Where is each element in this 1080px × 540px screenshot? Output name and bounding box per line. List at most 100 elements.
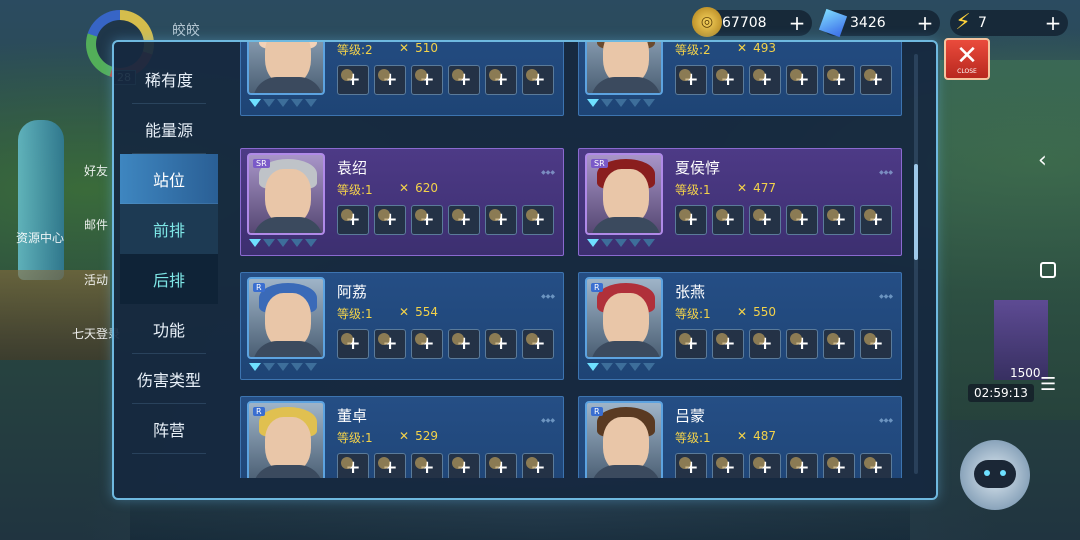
scroll-thumb[interactable] [914, 164, 918, 260]
hero-list-scrollbar[interactable] [914, 54, 918, 474]
equipment-slot[interactable]: + [823, 205, 855, 235]
equipment-icon [341, 209, 353, 221]
hero-portrait: R [247, 401, 325, 478]
hero-power: ✕ 550 [737, 305, 776, 319]
equipment-slot[interactable]: + [448, 205, 480, 235]
star-icon [263, 239, 275, 247]
equipment-slot[interactable]: + [337, 205, 369, 235]
equipment-slot[interactable]: + [522, 205, 554, 235]
equipment-slot[interactable]: + [485, 205, 517, 235]
equipment-slot[interactable]: + [860, 453, 892, 478]
equipment-slot[interactable]: + [337, 453, 369, 478]
star-icon [643, 99, 655, 107]
equipment-slot[interactable]: + [337, 65, 369, 95]
equipment-slot[interactable]: + [411, 329, 443, 359]
back-chevron-icon[interactable]: ‹ [1038, 148, 1047, 173]
star-icon [277, 363, 289, 371]
equipment-slot[interactable]: + [860, 65, 892, 95]
card-logo: ◆◆◆ [541, 417, 555, 424]
close-icon: ✕ [956, 40, 978, 71]
equipment-slot[interactable]: + [749, 453, 781, 478]
activity-label[interactable]: 活动 [84, 271, 108, 288]
equipment-slot[interactable]: + [786, 453, 818, 478]
equipment-slot[interactable]: + [522, 65, 554, 95]
equipment-icon [452, 333, 464, 345]
hero-card[interactable]: R 吕蒙 等级:1 ✕ 487 ◆◆◆ + + + + + + [578, 396, 902, 478]
equipment-slot[interactable]: + [860, 205, 892, 235]
equipment-slot[interactable]: + [448, 453, 480, 478]
hero-card[interactable]: 等级:2✕510◆◆◆++++++ [240, 42, 564, 116]
hero-level: 等级:1 [675, 431, 711, 445]
filter-rarity[interactable]: 稀有度 [132, 54, 206, 104]
home-square-icon[interactable] [1040, 262, 1056, 278]
star-icon [291, 239, 303, 247]
star-icon [263, 99, 275, 107]
hero-card[interactable]: R 阿荔 等级:1 ✕ 554 ◆◆◆ + + + + + + [240, 272, 564, 380]
equipment-slot[interactable]: + [485, 329, 517, 359]
mail-label[interactable]: 邮件 [84, 216, 108, 233]
equipment-slot[interactable]: + [374, 329, 406, 359]
equipment-slot[interactable]: + [374, 65, 406, 95]
hero-power-value: 493 [753, 42, 776, 55]
equipment-slot[interactable]: + [675, 65, 707, 95]
equipment-slot[interactable]: + [675, 205, 707, 235]
filter-front-row[interactable]: 前排 [120, 204, 218, 254]
equipment-slot[interactable]: + [411, 453, 443, 478]
filter-back-row[interactable]: 后排 [120, 254, 218, 304]
equipment-slot[interactable]: + [411, 205, 443, 235]
equipment-slot[interactable]: + [749, 65, 781, 95]
equipment-slot[interactable]: + [749, 205, 781, 235]
equipment-slot[interactable]: + [786, 205, 818, 235]
equipment-slot[interactable]: + [712, 205, 744, 235]
hero-card[interactable]: R 董卓 等级:1 ✕ 529 ◆◆◆ + + + + + + [240, 396, 564, 478]
equipment-icon [679, 209, 691, 221]
close-button[interactable]: ✕ CLOSE [944, 38, 990, 80]
equipment-slot[interactable]: + [411, 65, 443, 95]
equipment-slot[interactable]: + [786, 329, 818, 359]
equipment-icon [452, 69, 464, 81]
filter-damage-type[interactable]: 伤害类型 [132, 354, 206, 404]
add-coins-button[interactable]: + [786, 12, 808, 34]
hero-card[interactable]: R 张燕 等级:1 ✕ 550 ◆◆◆ + + + + + + [578, 272, 902, 380]
equipment-slot[interactable]: + [337, 329, 369, 359]
menu-icon[interactable]: ☰ [1040, 374, 1056, 395]
equipment-slot[interactable]: + [374, 205, 406, 235]
equipment-slot[interactable]: + [448, 329, 480, 359]
equipment-slot[interactable]: + [522, 329, 554, 359]
filter-faction[interactable]: 阵营 [132, 404, 206, 454]
equipment-slot[interactable]: + [749, 329, 781, 359]
hero-card[interactable]: SR 夏侯惇 等级:1 ✕ 477 ◆◆◆ + + + + + + [578, 148, 902, 256]
filter-function[interactable]: 功能 [132, 304, 206, 354]
equipment-icon [452, 457, 464, 469]
hero-card[interactable]: 等级:2✕493◆◆◆++++++ [578, 42, 902, 116]
equipment-slot[interactable]: + [522, 453, 554, 478]
filter-position[interactable]: 站位 [120, 154, 218, 204]
friends-label[interactable]: 好友 [84, 162, 108, 179]
hero-stars [249, 239, 317, 247]
robot-assistant[interactable] [960, 440, 1030, 510]
equipment-slot[interactable]: + [485, 453, 517, 478]
equipment-slot[interactable]: + [712, 65, 744, 95]
hero-level: 等级:1 [675, 183, 711, 197]
hero-body [591, 77, 661, 93]
equipment-slot[interactable]: + [786, 65, 818, 95]
equipment-slot[interactable]: + [485, 65, 517, 95]
resource-center-label[interactable]: 资源中心 [16, 229, 64, 246]
equipment-slot[interactable]: + [860, 329, 892, 359]
equipment-slot[interactable]: + [675, 453, 707, 478]
add-energy-button[interactable]: + [1042, 12, 1064, 34]
filter-energy-source[interactable]: 能量源 [132, 104, 206, 154]
equipment-slot[interactable]: + [823, 453, 855, 478]
equipment-slot[interactable]: + [712, 329, 744, 359]
equipment-slot[interactable]: + [374, 453, 406, 478]
equipment-slot[interactable]: + [448, 65, 480, 95]
hero-stars [587, 99, 655, 107]
equipment-slot[interactable]: + [823, 65, 855, 95]
equipment-slot[interactable]: + [823, 329, 855, 359]
equipment-icon [827, 209, 839, 221]
equipment-slot[interactable]: + [675, 329, 707, 359]
equipment-slot[interactable]: + [712, 453, 744, 478]
hero-card[interactable]: SR 袁绍 等级:1 ✕ 620 ◆◆◆ + + + + + + [240, 148, 564, 256]
hero-stars [587, 239, 655, 247]
add-gems-button[interactable]: + [914, 12, 936, 34]
